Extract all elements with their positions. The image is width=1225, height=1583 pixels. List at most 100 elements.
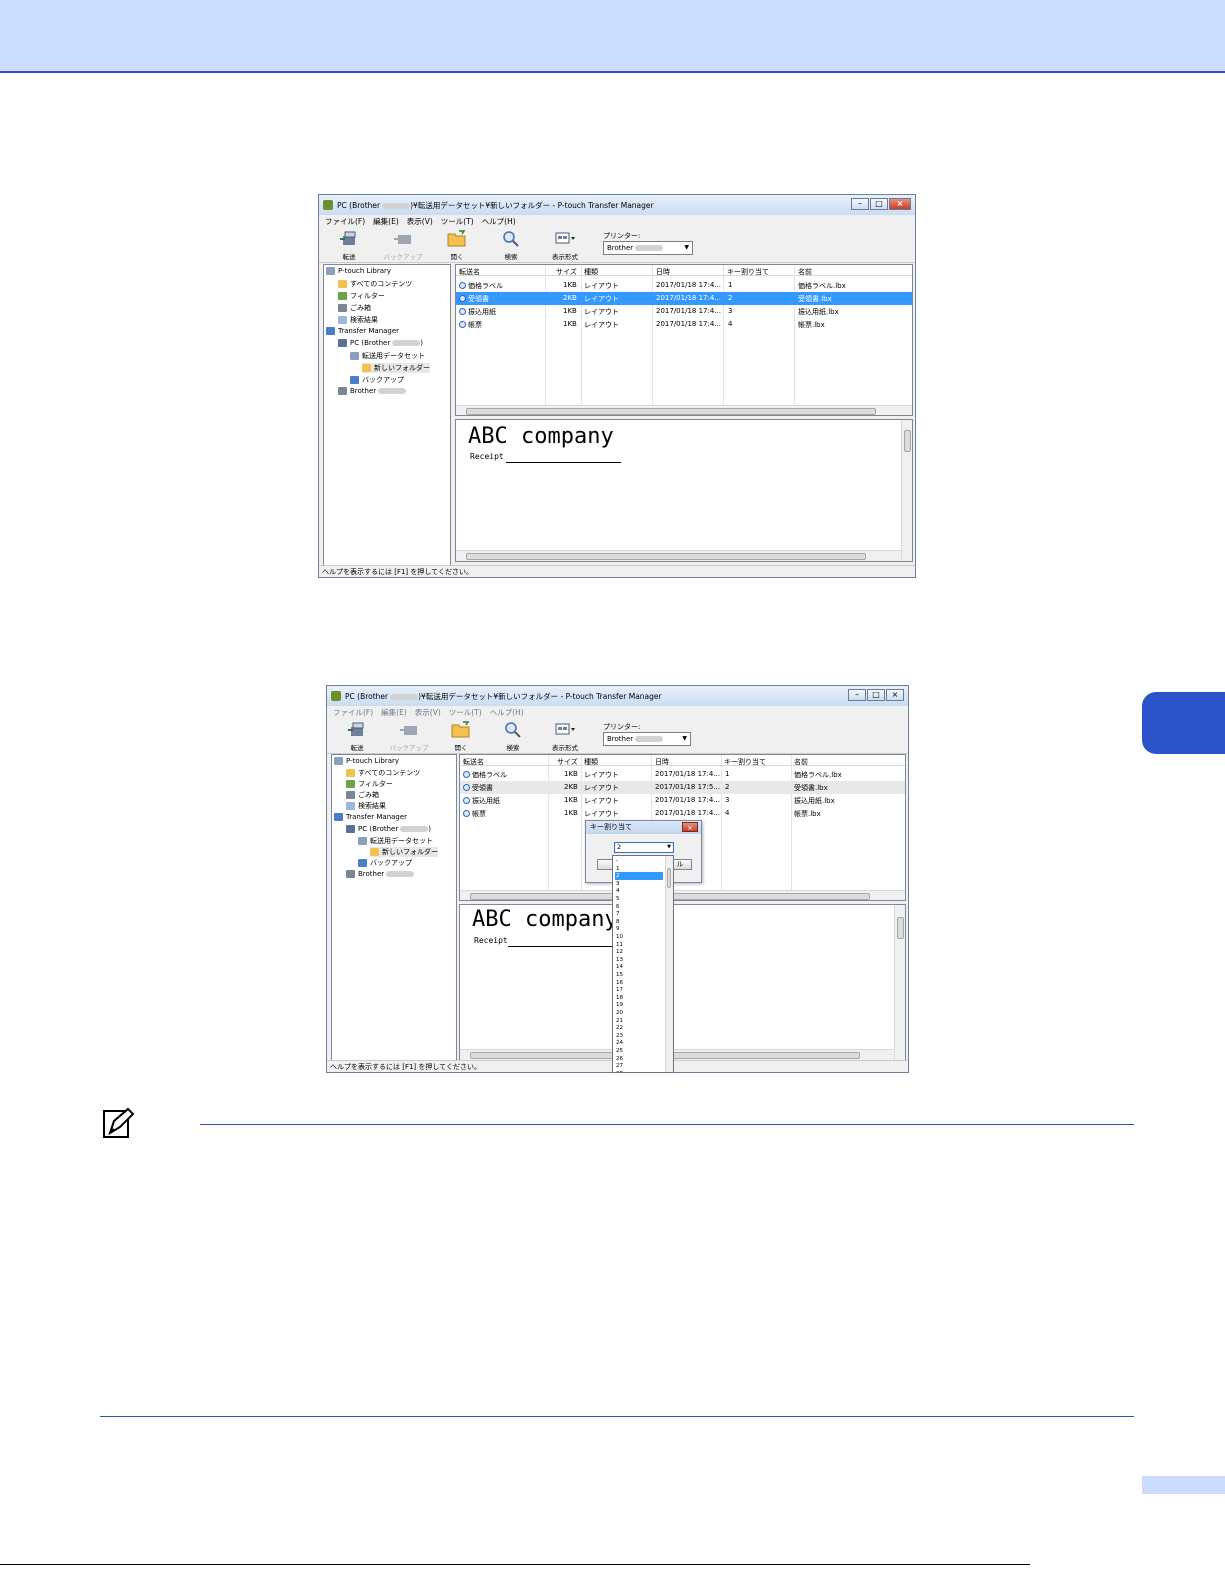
minimize-button[interactable]: – bbox=[851, 198, 869, 210]
close-button[interactable]: × bbox=[886, 689, 904, 701]
menu-tools[interactable]: ツール(T) bbox=[449, 707, 482, 718]
dialog-title: キー割り当て bbox=[590, 823, 632, 831]
backup-button[interactable]: バックアップ bbox=[381, 229, 425, 261]
view-mode-button[interactable]: 表示形式 bbox=[543, 720, 587, 752]
tree-item-brother[interactable]: Brother bbox=[346, 870, 415, 878]
col-key[interactable]: キー割り当て bbox=[724, 757, 766, 767]
search-button[interactable]: 検索 bbox=[491, 720, 535, 752]
tree-item-trash[interactable]: ごみ箱 bbox=[346, 790, 379, 800]
menu-view[interactable]: 表示(V) bbox=[407, 216, 433, 227]
tree-item-trash[interactable]: ごみ箱 bbox=[338, 303, 371, 313]
preview-vertical-scrollbar[interactable] bbox=[894, 905, 905, 1060]
col-type[interactable]: 種類 bbox=[584, 267, 598, 277]
search-button[interactable]: 検索 bbox=[489, 229, 533, 261]
status-bar: ヘルプを表示するには [F1] を押してください。 bbox=[319, 565, 915, 577]
menu-view[interactable]: 表示(V) bbox=[415, 707, 441, 718]
tree-item-library[interactable]: P-touch Library bbox=[326, 267, 391, 275]
tree-item-brother[interactable]: Brother bbox=[338, 387, 407, 395]
table-row[interactable]: 振込用紙 1KB レイアウト 2017/01/18 17:4... 3 振込用紙.lbx bbox=[456, 305, 912, 318]
col-date[interactable]: 日時 bbox=[656, 267, 670, 277]
open-button[interactable]: 開く bbox=[435, 229, 479, 261]
table-row[interactable]: 価格ラベル 1KB レイアウト 2017/01/18 17:4... 1 価格ラベル.l… bbox=[456, 279, 912, 292]
tree-item-library[interactable]: P-touch Library bbox=[334, 757, 399, 765]
view-mode-icon bbox=[555, 232, 575, 244]
list-header: 転送名 サイズ 種類 日時 キー割り当て 名前 bbox=[456, 265, 912, 276]
check-icon bbox=[459, 295, 466, 302]
table-row-selected[interactable]: 受領書 2KB レイアウト 2017/01/18 17:5... 2 受領書.lbx bbox=[460, 781, 905, 794]
key-select[interactable]: 2 ▼ bbox=[614, 842, 674, 853]
tree-item-transfer-manager[interactable]: Transfer Manager bbox=[326, 327, 399, 335]
tree-item-dataset[interactable]: 転送用データセット bbox=[350, 351, 425, 361]
col-key[interactable]: キー割り当て bbox=[727, 267, 769, 277]
tree-item-all-contents[interactable]: すべてのコンテンツ bbox=[338, 279, 412, 289]
tree-item-backup[interactable]: バックアップ bbox=[358, 858, 412, 868]
printer-select[interactable]: Brother ▼ bbox=[603, 732, 691, 746]
maximize-button[interactable]: □ bbox=[867, 689, 885, 701]
list-horizontal-scrollbar[interactable] bbox=[456, 405, 912, 415]
preview-vertical-scrollbar[interactable] bbox=[901, 420, 912, 561]
preview-horizontal-scrollbar[interactable] bbox=[456, 550, 901, 561]
check-icon bbox=[463, 771, 470, 778]
maximize-button[interactable]: □ bbox=[870, 198, 888, 210]
transfer-label: 転送 bbox=[350, 744, 364, 752]
col-size[interactable]: サイズ bbox=[556, 267, 577, 277]
table-row[interactable]: 価格ラベル 1KB レイアウト 2017/01/18 17:4... 1 価格ラベル.l… bbox=[460, 768, 905, 781]
tree-item-filter[interactable]: フィルター bbox=[346, 779, 393, 789]
dropdown-option[interactable]: 28 bbox=[615, 1070, 663, 1072]
tree-item-search-results[interactable]: 検索結果 bbox=[338, 315, 378, 325]
page-number-box bbox=[1142, 1476, 1225, 1494]
chapter-tab bbox=[1142, 692, 1225, 754]
menu-help[interactable]: ヘルプ(H) bbox=[490, 707, 524, 718]
col-transfer-name[interactable]: 転送名 bbox=[463, 757, 484, 767]
col-name[interactable]: 名前 bbox=[794, 757, 808, 767]
dropdown-scrollbar[interactable] bbox=[665, 856, 673, 1072]
tree-item-dataset[interactable]: 転送用データセット bbox=[358, 836, 433, 846]
table-row-selected[interactable]: 受領書 2KB レイアウト 2017/01/18 17:4... 2 受領書.lbx bbox=[456, 292, 912, 305]
folder-tree: P-touch Library すべてのコンテンツ フィルター ごみ箱 検索結果… bbox=[331, 754, 457, 1061]
tree-item-transfer-manager[interactable]: Transfer Manager bbox=[334, 813, 407, 821]
note-pencil-icon bbox=[102, 1107, 136, 1141]
dialog-close-button[interactable]: × bbox=[682, 822, 698, 832]
transfer-button[interactable]: 転送 bbox=[327, 229, 371, 261]
transfer-button[interactable]: 転送 bbox=[335, 720, 379, 752]
minimize-button[interactable]: – bbox=[848, 689, 866, 701]
open-button[interactable]: 開く bbox=[439, 720, 483, 752]
computer-icon bbox=[338, 339, 347, 347]
col-transfer-name[interactable]: 転送名 bbox=[459, 267, 480, 277]
receipt-underline bbox=[508, 946, 618, 947]
tree-item-all-contents[interactable]: すべてのコンテンツ bbox=[346, 768, 420, 778]
menu-edit[interactable]: 編集(E) bbox=[381, 707, 407, 718]
printer-select[interactable]: Brother ▼ bbox=[603, 241, 693, 255]
col-size[interactable]: サイズ bbox=[557, 757, 578, 767]
toolbar: 転送 バックアップ 開く 検索 表示形式 プリンター: Brother ▼ bbox=[319, 227, 915, 263]
col-name[interactable]: 名前 bbox=[798, 267, 812, 277]
check-icon bbox=[463, 797, 470, 804]
key-dropdown-list: -1 2 3 4 5 6 7 8 9 10 11 12 13 14 15 16 17 18 19 20 21 22 23 24… bbox=[612, 855, 674, 1073]
table-row[interactable]: 帳票 1KB レイアウト 2017/01/18 17:4... 4 帳票.lbx bbox=[456, 318, 912, 331]
tree-item-pc[interactable]: PC (Brother) bbox=[346, 825, 431, 833]
list-horizontal-scrollbar[interactable] bbox=[460, 890, 905, 900]
tree-item-backup[interactable]: バックアップ bbox=[350, 375, 404, 385]
folder-open-icon bbox=[451, 721, 470, 738]
backup-button[interactable]: バックアップ bbox=[387, 720, 431, 752]
table-row[interactable]: 帳票 1KB レイアウト 2017/01/18 17:4... 4 帳票.lbx bbox=[460, 807, 905, 820]
menu-help[interactable]: ヘルプ(H) bbox=[482, 216, 516, 227]
folder-open-icon bbox=[447, 230, 466, 247]
col-type[interactable]: 種類 bbox=[584, 757, 598, 767]
chevron-down-icon: ▼ bbox=[667, 844, 671, 850]
tree-item-search-results[interactable]: 検索結果 bbox=[346, 801, 386, 811]
menu-edit[interactable]: 編集(E) bbox=[373, 216, 399, 227]
col-date[interactable]: 日時 bbox=[655, 757, 669, 767]
chevron-down-icon: ▼ bbox=[684, 244, 689, 251]
tree-item-filter[interactable]: フィルター bbox=[338, 291, 385, 301]
menu-file[interactable]: ファイル(F) bbox=[333, 707, 373, 718]
tree-item-new-folder[interactable]: 新しいフォルダー bbox=[370, 847, 438, 857]
menu-file[interactable]: ファイル(F) bbox=[325, 216, 365, 227]
tree-item-pc[interactable]: PC (Brother) bbox=[338, 339, 423, 347]
view-mode-button[interactable]: 表示形式 bbox=[543, 229, 587, 261]
close-button[interactable]: × bbox=[889, 198, 911, 210]
preview-horizontal-scrollbar[interactable] bbox=[460, 1049, 894, 1060]
tree-item-new-folder[interactable]: 新しいフォルダー bbox=[362, 363, 430, 373]
table-row[interactable]: 振込用紙 1KB レイアウト 2017/01/18 17:4... 3 振込用紙.lbx bbox=[460, 794, 905, 807]
menu-tools[interactable]: ツール(T) bbox=[441, 216, 474, 227]
